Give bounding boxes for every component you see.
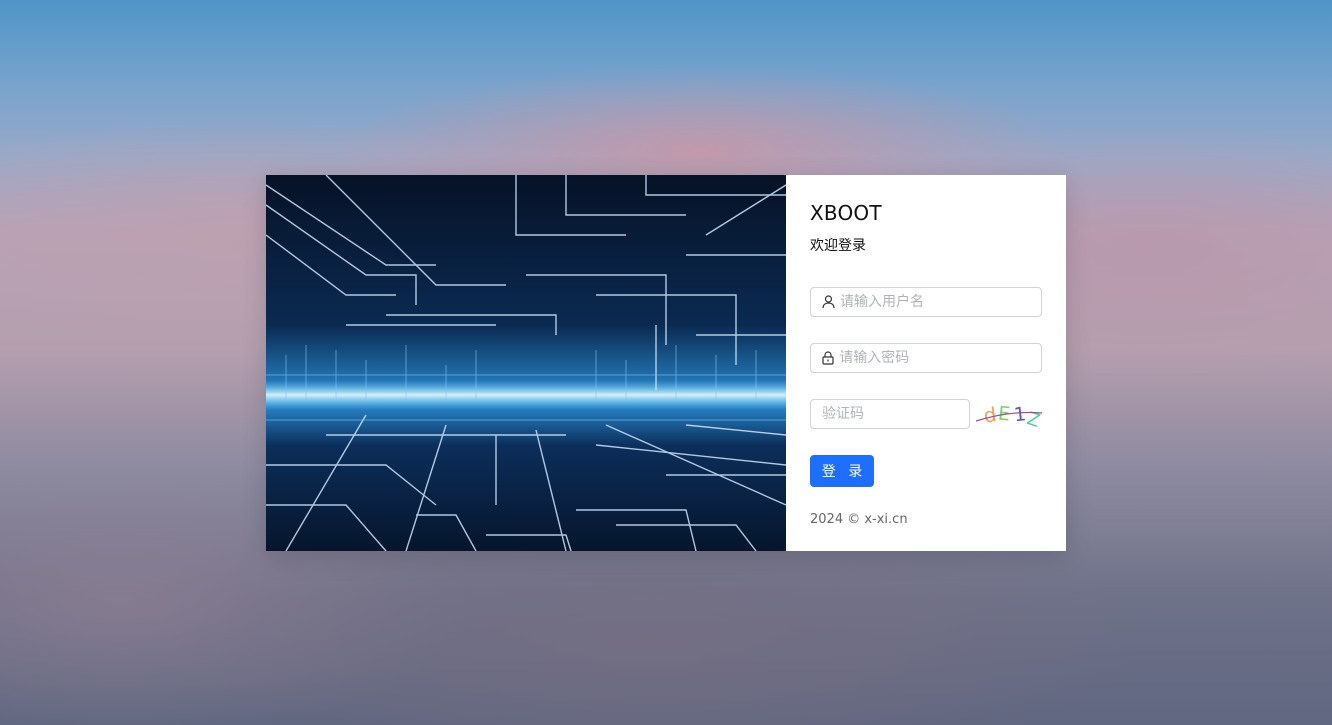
login-button[interactable]: 登 录 — [810, 455, 874, 487]
captcha-field[interactable] — [810, 399, 970, 429]
password-field[interactable] — [810, 343, 1042, 373]
svg-text:Z: Z — [1024, 408, 1042, 431]
svg-text:d: d — [982, 402, 998, 428]
app-title: XBOOT — [810, 201, 882, 225]
lock-icon — [822, 351, 834, 365]
hero-image — [266, 175, 786, 551]
user-icon — [822, 295, 835, 309]
password-input[interactable] — [839, 344, 1041, 372]
username-field[interactable] — [810, 287, 1042, 317]
captcha-image[interactable]: d E 1 Z — [975, 399, 1042, 432]
captcha-input[interactable] — [811, 400, 969, 428]
username-input[interactable] — [840, 288, 1041, 316]
circuit-illustration — [266, 175, 786, 551]
welcome-subtitle: 欢迎登录 — [810, 238, 866, 254]
login-panel: XBOOT 欢迎登录 请输入用户名 验证码 d E 1 Z 登 录 2024 ©… — [786, 175, 1066, 551]
copyright-footer: 2024 © x-xi.cn — [810, 512, 908, 527]
login-card: XBOOT 欢迎登录 请输入用户名 验证码 d E 1 Z 登 录 2024 ©… — [266, 175, 1066, 551]
